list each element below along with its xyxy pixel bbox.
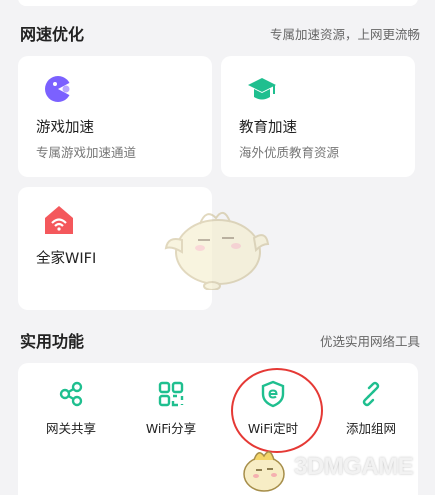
game-boost-card[interactable]: 游戏加速 专属游戏加速通道 bbox=[18, 56, 212, 177]
card-description: 专属游戏加速通道 bbox=[36, 145, 137, 160]
card-title: 游戏加速 bbox=[36, 120, 94, 136]
speed-section-header: 网速优化 专属加速资源，上网更流畅 bbox=[20, 21, 420, 45]
previous-card-edge bbox=[18, 0, 418, 6]
wifi-share-button[interactable]: WiFi分享 bbox=[126, 377, 216, 457]
site-watermark: 3DMGAME bbox=[232, 438, 432, 495]
link-icon bbox=[362, 381, 380, 407]
section-subtitle: 优选实用网络工具 bbox=[319, 333, 420, 349]
tool-label: 添加组网 bbox=[345, 421, 396, 436]
card-description: 海外优质教育资源 bbox=[239, 145, 340, 160]
home-wifi-icon bbox=[45, 206, 73, 234]
tool-label: WiFi分享 bbox=[145, 421, 197, 436]
mascot-watermark-image bbox=[164, 211, 270, 290]
card-title: 全家WIFI bbox=[36, 251, 97, 267]
graduation-cap-icon bbox=[248, 78, 276, 100]
mascot-logo-icon bbox=[243, 451, 285, 492]
section-title: 实用功能 bbox=[20, 332, 85, 351]
tools-section-header: 实用功能 优选实用网络工具 bbox=[20, 328, 420, 352]
education-boost-card[interactable]: 教育加速 海外优质教育资源 bbox=[221, 56, 415, 177]
section-subtitle: 专属加速资源，上网更流畅 bbox=[269, 26, 420, 42]
share-icon bbox=[59, 381, 83, 407]
section-title: 网速优化 bbox=[20, 25, 85, 44]
watermark-text: 3DMGAME bbox=[294, 453, 414, 480]
card-title: 教育加速 bbox=[239, 120, 297, 136]
game-icon bbox=[45, 76, 73, 102]
gateway-share-button[interactable]: 网关共享 bbox=[26, 377, 116, 457]
tool-label: 网关共享 bbox=[45, 421, 96, 436]
qr-code-icon bbox=[158, 381, 184, 407]
